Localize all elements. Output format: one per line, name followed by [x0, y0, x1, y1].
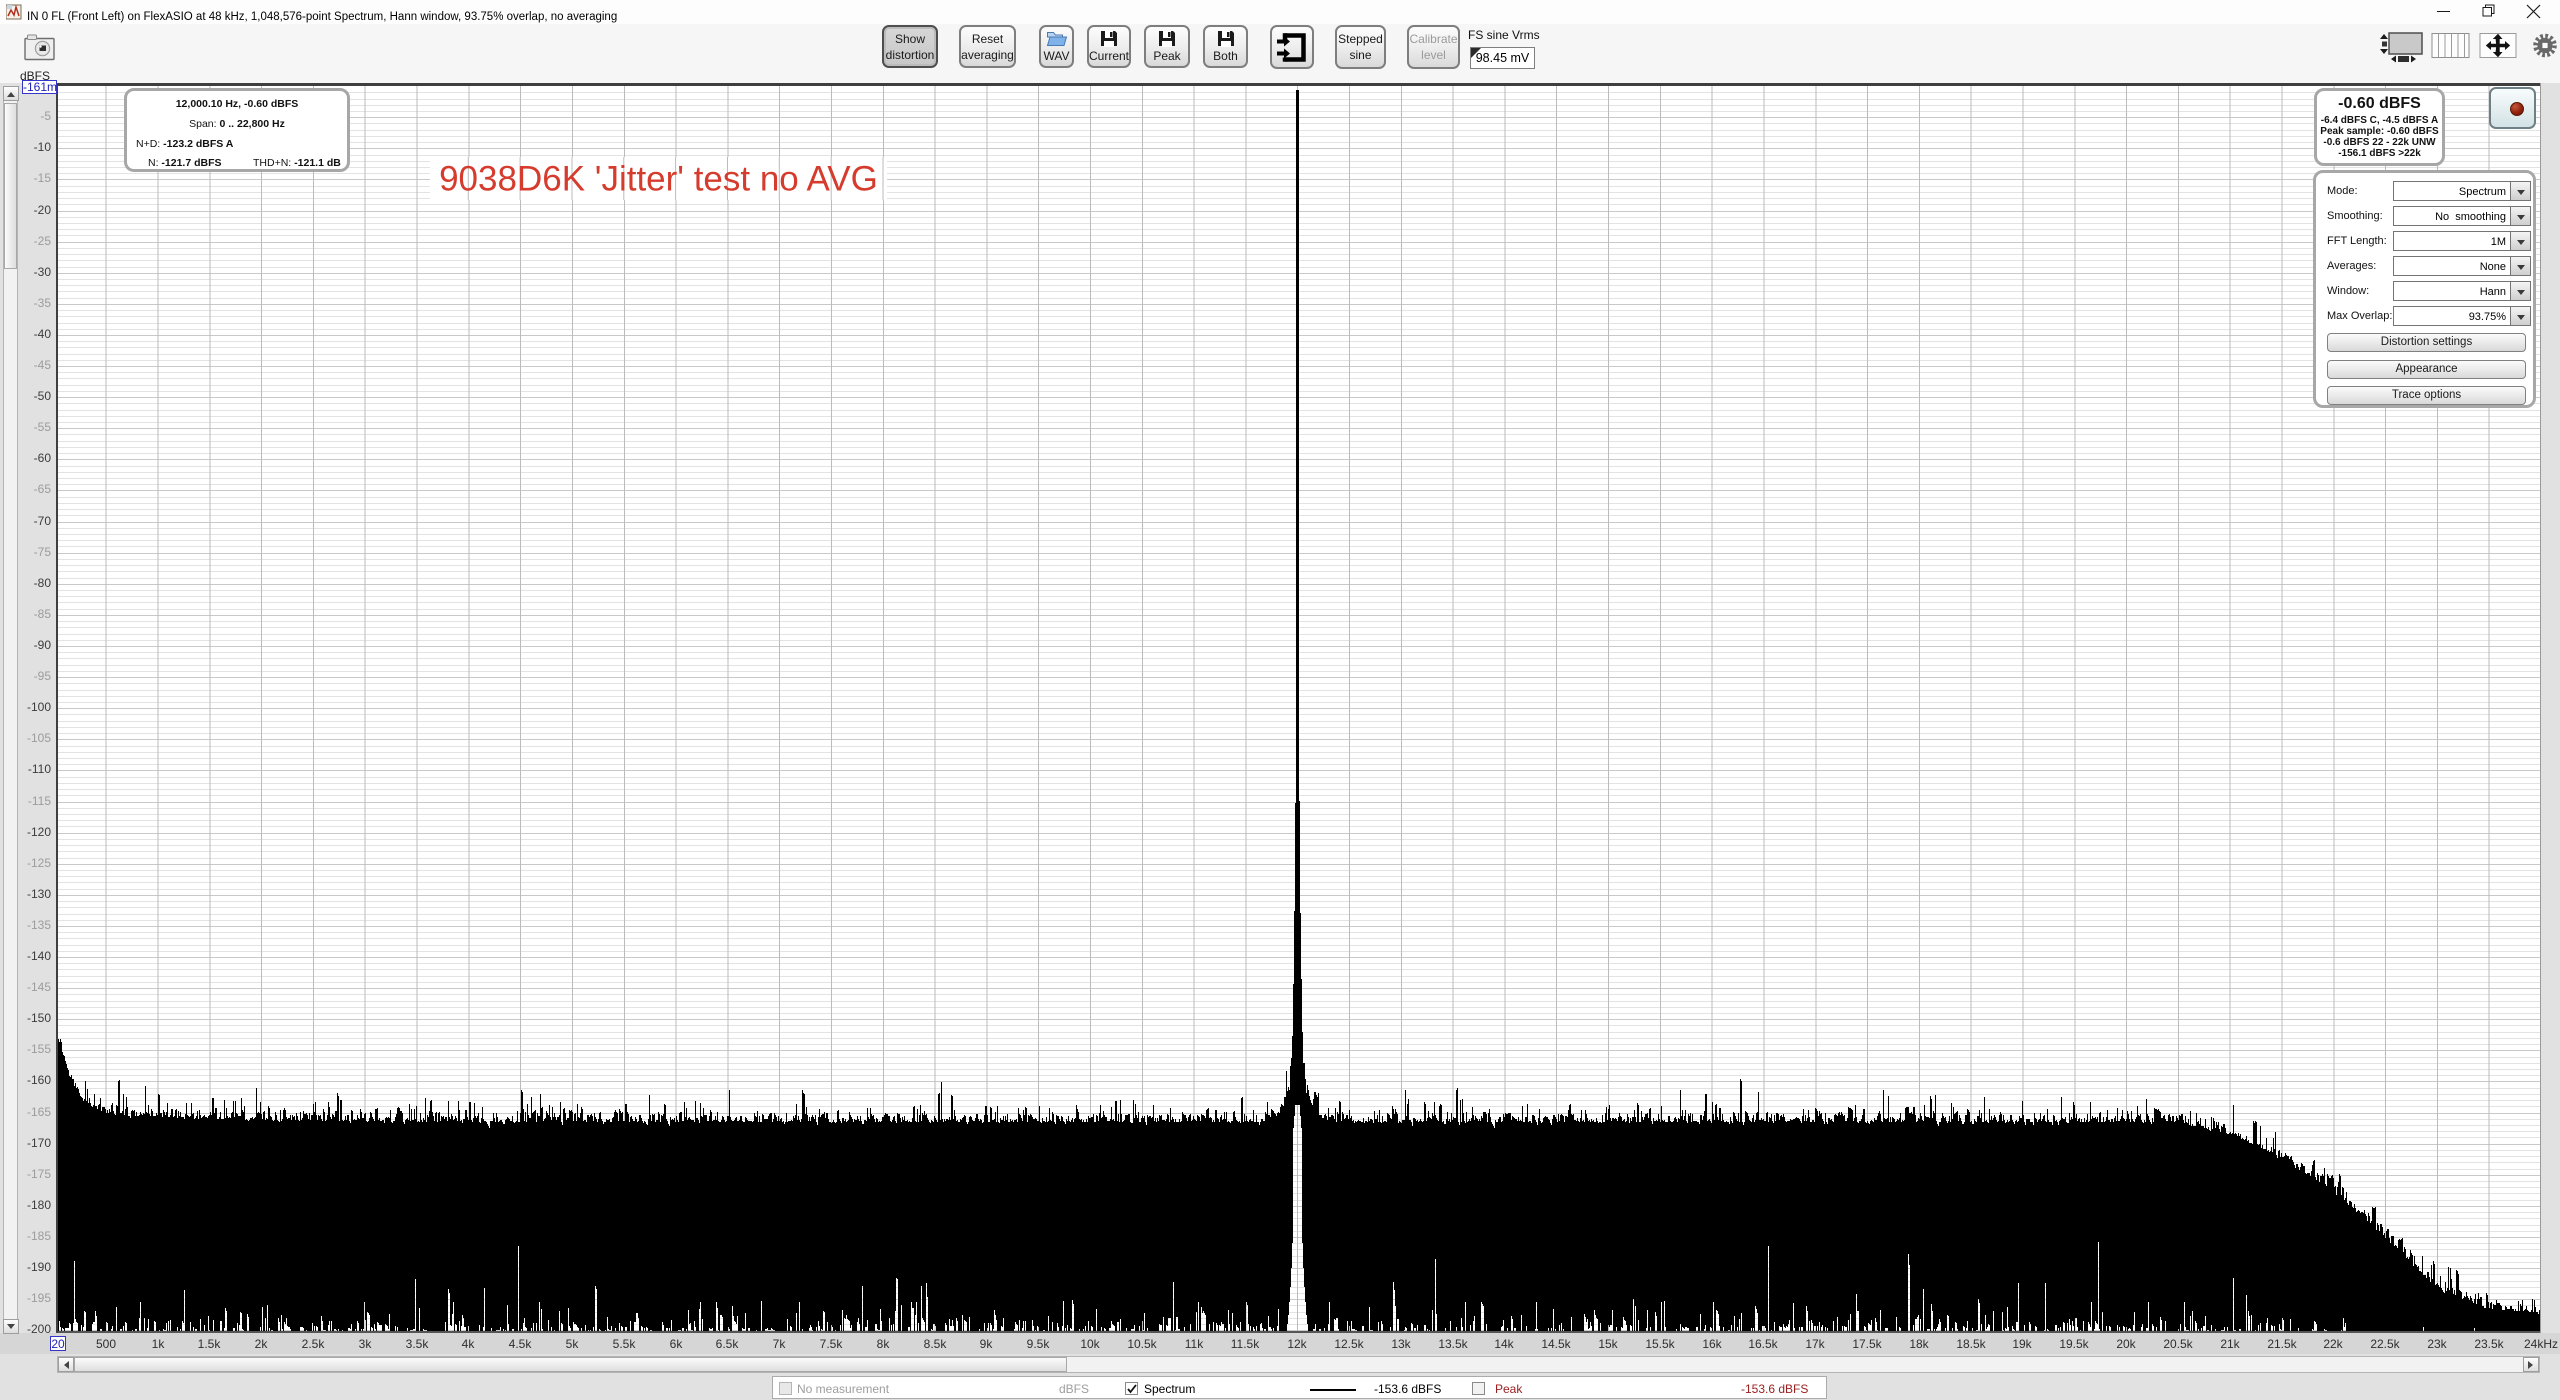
svg-text:9038D6K 'Jitter' test no AVG: 9038D6K 'Jitter' test no AVG	[439, 160, 878, 199]
